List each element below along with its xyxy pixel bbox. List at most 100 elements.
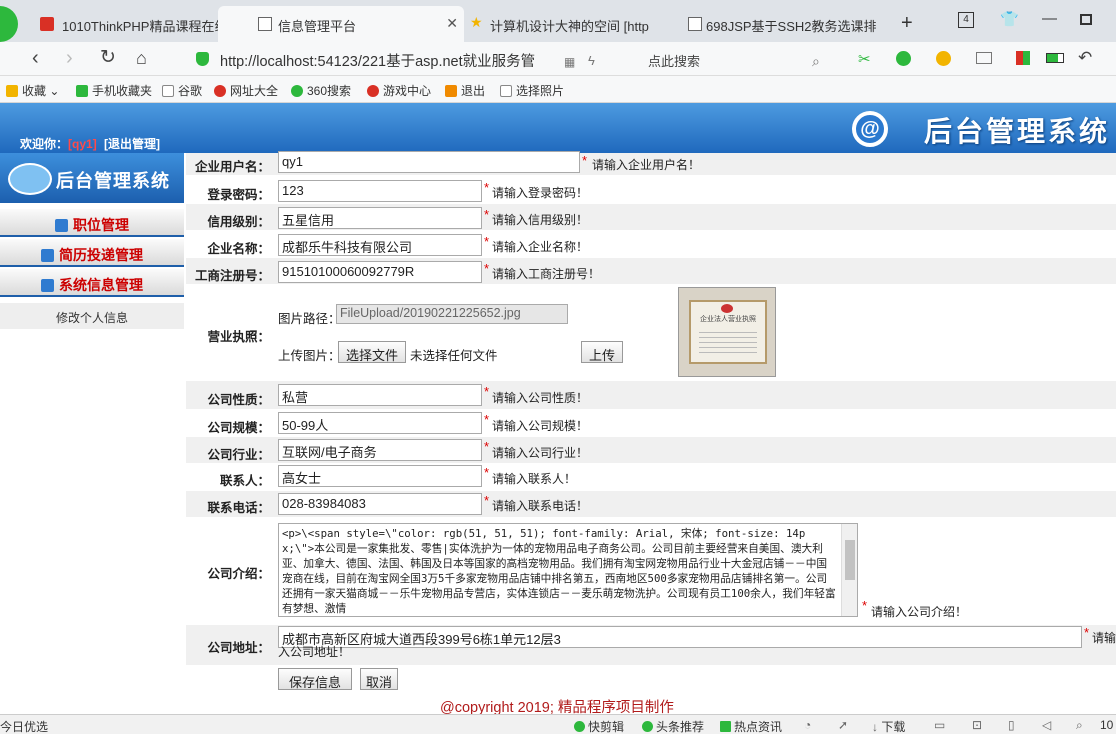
folder-icon: [55, 219, 68, 232]
field-label: 登录密码：: [207, 188, 270, 202]
reg-no-field[interactable]: 91510100060092779R: [278, 261, 482, 283]
window-icon[interactable]: ▭: [934, 718, 945, 732]
search-placeholder: 点此搜索: [648, 54, 701, 69]
sidebar-item-jobs[interactable]: 职位管理: [0, 209, 184, 237]
field-hint: 请输入工商注册号！: [492, 267, 601, 281]
bookmark-360search[interactable]: 360搜索: [291, 82, 351, 99]
tab-designer-space[interactable]: ★ 计算机设计大神的空间 [http: [430, 6, 676, 42]
translate-icon[interactable]: [896, 51, 911, 66]
tab-label: 698JSP基于SSH2教务选课排: [706, 19, 877, 34]
coin-icon[interactable]: [936, 51, 951, 66]
company-name-field[interactable]: 成都乐牛科技有限公司: [278, 234, 482, 256]
welcome-text: 欢迎你：[qy1] [退出管理]: [20, 135, 160, 152]
search-input[interactable]: 点此搜索: [640, 46, 830, 72]
zoom-icon[interactable]: ⌕: [1076, 718, 1083, 733]
tab-count-badge[interactable]: 4: [958, 12, 974, 28]
logout-link[interactable]: [退出管理]: [104, 137, 160, 151]
new-tab-icon[interactable]: +: [901, 12, 913, 35]
home-icon[interactable]: ⌂: [136, 47, 147, 69]
required-star: *: [484, 180, 490, 195]
contact-field[interactable]: 高女士: [278, 465, 482, 487]
cancel-button[interactable]: 取消: [360, 668, 398, 690]
no-file-text: 未选择任何文件: [410, 349, 498, 363]
bookmark-photos[interactable]: 选择照片: [500, 82, 564, 99]
screenshot-icon[interactable]: [976, 52, 992, 64]
globe-icon: [214, 85, 226, 97]
tab-label: 信息管理平台: [278, 19, 357, 34]
tab-jsp-ssh2[interactable]: 698JSP基于SSH2教务选课排: [648, 6, 884, 42]
field-hint: 请输入公司地址！: [278, 631, 1116, 659]
field-label: 联系人：: [219, 474, 270, 488]
field-label: 联系电话：: [207, 501, 270, 515]
shirt-icon[interactable]: 👕: [1000, 10, 1019, 28]
page-icon[interactable]: ▯: [1008, 718, 1015, 732]
minimize-icon[interactable]: —: [1042, 10, 1057, 27]
crop-icon[interactable]: ⊡: [972, 718, 982, 732]
grid-icon[interactable]: ▦: [564, 51, 575, 73]
status-quick-clip[interactable]: 快剪辑: [574, 718, 624, 735]
bookmark-label: 谷歌: [178, 84, 203, 98]
status-download[interactable]: ↓ 下载: [872, 718, 905, 735]
credit-field[interactable]: 五星信用: [278, 207, 482, 229]
password-field[interactable]: 123: [278, 180, 482, 202]
upload-button[interactable]: 上传: [581, 341, 623, 363]
zoom-level[interactable]: 10: [1100, 718, 1113, 732]
field-label: 工商注册号：: [194, 269, 270, 283]
url-input[interactable]: http://localhost:54123/221基于asp.net就业服务管: [186, 46, 626, 72]
username-field[interactable]: qy1: [278, 151, 580, 173]
search-icon: [291, 85, 303, 97]
nature-field[interactable]: 私营: [278, 384, 482, 406]
sidebar-item-system[interactable]: 系统信息管理: [0, 269, 184, 297]
industry-field[interactable]: 互联网/电子商务: [278, 439, 482, 461]
reload-icon[interactable]: ↻: [100, 47, 116, 69]
sidebar-item-resumes[interactable]: 简历投递管理: [0, 239, 184, 267]
rocket-icon[interactable]: ➚: [838, 718, 848, 732]
battery-icon[interactable]: [1046, 53, 1064, 63]
back-icon[interactable]: ‹: [32, 47, 39, 69]
required-star: *: [484, 261, 490, 276]
bookmark-google[interactable]: 谷歌: [162, 82, 202, 99]
status-hot-news[interactable]: 热点资讯: [720, 718, 782, 735]
scale-field[interactable]: 50-99人: [278, 412, 482, 434]
form-row-company-name: 企业名称： 成都乐牛科技有限公司 * 请输入企业名称！: [186, 231, 1116, 257]
lightning-icon[interactable]: ϟ: [588, 50, 595, 72]
choose-file-button[interactable]: 选择文件: [338, 341, 406, 363]
apps-icon[interactable]: [1016, 51, 1030, 65]
form-row-industry: 公司行业： 互联网/电子商务 * 请输入公司行业！: [186, 437, 1116, 463]
bookmark-label: 360搜索: [307, 84, 352, 98]
speed-icon[interactable]: ◔: [804, 718, 811, 732]
scissors-icon[interactable]: ✂: [858, 49, 871, 71]
save-button[interactable]: 保存信息: [278, 668, 352, 690]
browser-tab-bar: 1010ThinkPHP精品课程在线 信息管理平台 ✕ ★ 计算机设计大神的空间…: [0, 0, 1116, 42]
field-label: 企业用户名：: [194, 160, 270, 174]
undo-icon[interactable]: ↶: [1078, 47, 1092, 69]
phone-icon: [76, 85, 88, 97]
bookmark-logout[interactable]: 退出: [445, 82, 485, 99]
textarea-scrollbar[interactable]: [841, 524, 857, 616]
search-icon[interactable]: ⌕: [812, 50, 820, 72]
current-user: [qy1]: [68, 137, 97, 151]
bookmark-games[interactable]: 游戏中心: [367, 82, 431, 99]
phone-field[interactable]: 028-83984083: [278, 493, 482, 515]
certificate-text-lines: [699, 328, 757, 356]
tab-thinkphp[interactable]: 1010ThinkPHP精品课程在线: [0, 6, 244, 42]
grid-icon: [720, 721, 731, 732]
maximize-icon[interactable]: [1080, 14, 1092, 25]
forward-icon[interactable]: ›: [66, 47, 73, 69]
required-star: *: [582, 153, 588, 168]
status-today-picks[interactable]: 今日优选: [0, 718, 48, 735]
form-row-scale: 公司规模： 50-99人 * 请输入公司规模！: [186, 409, 1116, 437]
tab-info-platform[interactable]: 信息管理平台 ✕: [218, 6, 464, 42]
form-row-license: 营业执照： 图片路径： FileUpload/20190221225652.jp…: [186, 285, 1116, 381]
status-headlines[interactable]: 头条推荐: [642, 718, 704, 735]
required-star: *: [484, 234, 490, 249]
intro-textarea[interactable]: <p>\<span style=\"color: rgb(51, 51, 51)…: [278, 523, 858, 617]
field-label: 企业名称：: [207, 242, 270, 256]
scrollbar-thumb[interactable]: [845, 540, 855, 580]
bookmark-nav[interactable]: 网址大全: [214, 82, 278, 99]
required-star: *: [862, 598, 868, 613]
bookmark-mobile[interactable]: 手机收藏夹: [76, 82, 152, 99]
sidebar-item-profile[interactable]: 修改个人信息: [0, 303, 184, 329]
volume-icon[interactable]: ◁: [1042, 718, 1051, 732]
bookmark-favorites[interactable]: 收藏 ⌄: [6, 82, 59, 99]
